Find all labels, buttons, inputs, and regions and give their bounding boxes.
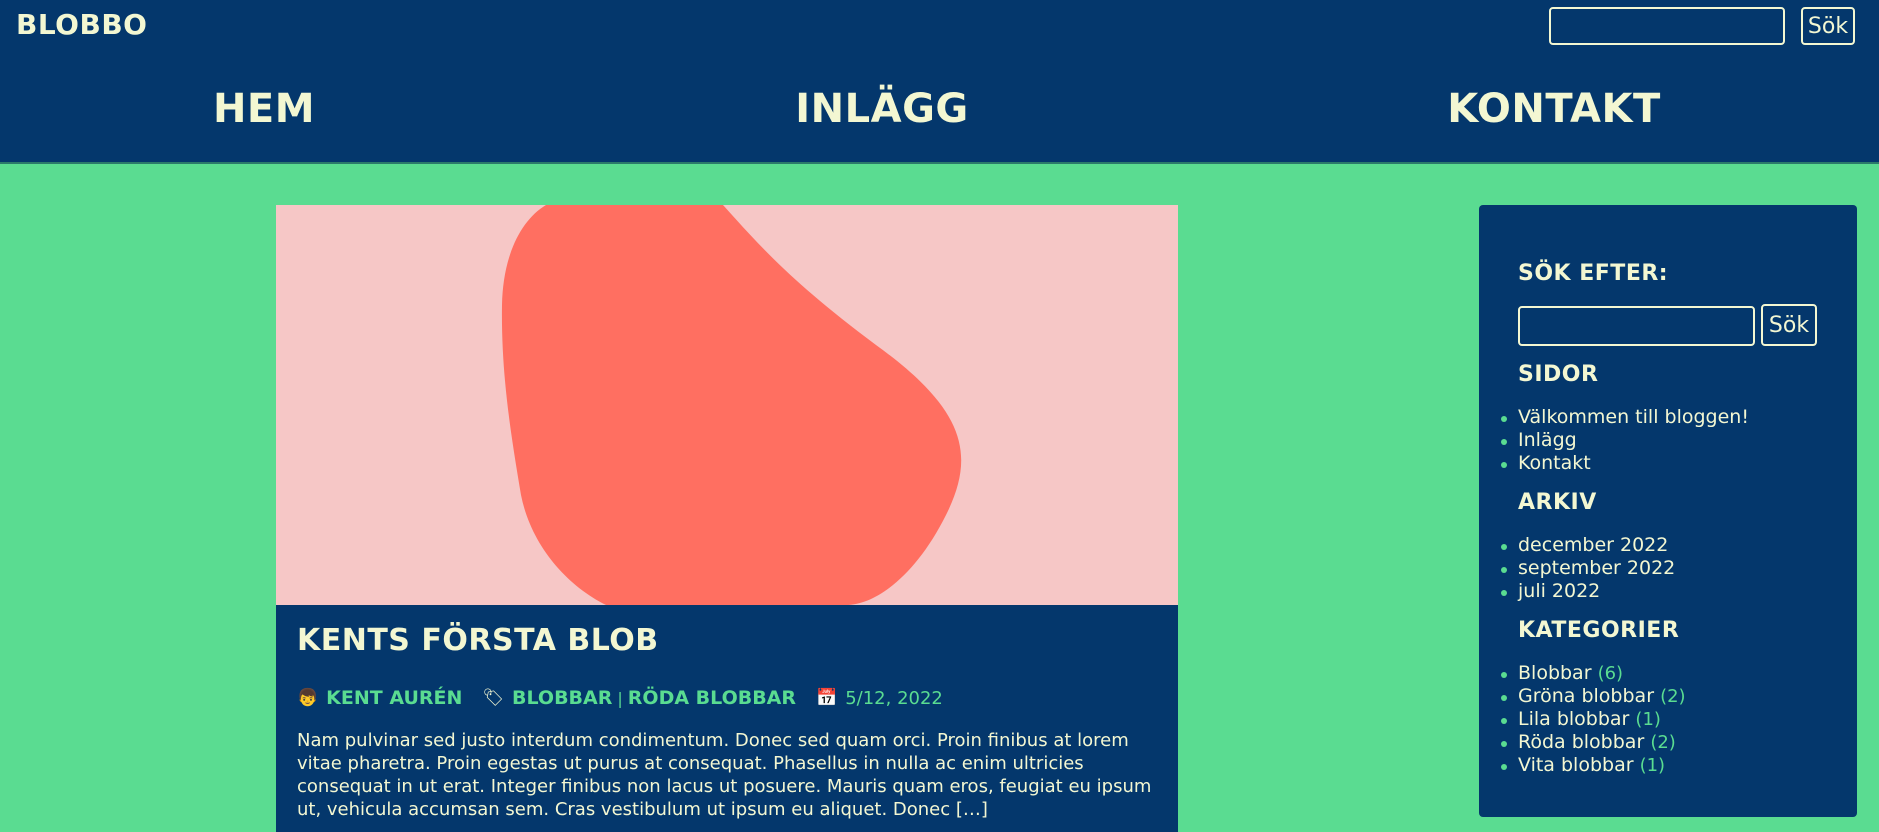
- list-item: Blobbar (6): [1501, 662, 1686, 685]
- sidebar-archive-heading: ARKIV: [1518, 490, 1597, 515]
- header-search-input[interactable]: [1549, 7, 1785, 45]
- sidebar-search-button[interactable]: Sök: [1761, 304, 1817, 346]
- sidebar-pages-list: Välkommen till bloggen! Inlägg Kontakt: [1501, 406, 1749, 475]
- post-category-link[interactable]: BLOBBAR: [512, 687, 612, 709]
- sidebar-category-link[interactable]: Röda blobbar: [1518, 731, 1644, 753]
- list-item: Lila blobbar (1): [1501, 708, 1686, 731]
- list-item: Kontakt: [1501, 452, 1749, 475]
- sidebar-categories-heading: KATEGORIER: [1518, 618, 1680, 643]
- post-date-group: 📅 5/12, 2022: [816, 688, 943, 709]
- post-author: 👦 KENT AURÉN: [297, 687, 462, 709]
- header-search-button[interactable]: Sök: [1801, 7, 1855, 45]
- nav-item-hem[interactable]: HEM: [213, 86, 315, 132]
- list-item: december 2022: [1500, 534, 1675, 557]
- list-item: Välkommen till bloggen!: [1501, 406, 1749, 429]
- post-author-link[interactable]: KENT AURÉN: [326, 687, 462, 709]
- list-item: september 2022: [1500, 557, 1675, 580]
- sidebar: SÖK EFTER: Sök SIDOR Välkommen till blog…: [1479, 205, 1857, 817]
- sidebar-archive-link[interactable]: december 2022: [1518, 534, 1668, 556]
- post-card: KENTS FÖRSTA BLOB 👦 KENT AURÉN 🏷 BLOBBAR…: [276, 205, 1178, 832]
- list-item: Röda blobbar (2): [1501, 731, 1686, 754]
- post-meta: 👦 KENT AURÉN 🏷 BLOBBAR | RÖDA BLOBBAR 📅 …: [297, 683, 963, 713]
- sidebar-page-link[interactable]: Inlägg: [1518, 429, 1577, 451]
- category-count: (2): [1660, 686, 1686, 707]
- category-count: (2): [1650, 732, 1676, 753]
- category-count: (1): [1635, 709, 1661, 730]
- sidebar-category-link[interactable]: Lila blobbar: [1518, 708, 1629, 730]
- sidebar-category-link[interactable]: Vita blobbar: [1518, 754, 1634, 776]
- list-item: Vita blobbar (1): [1501, 754, 1686, 777]
- category-count: (6): [1597, 663, 1624, 684]
- sidebar-archive-list: december 2022 september 2022 juli 2022: [1500, 534, 1675, 603]
- sidebar-page-link[interactable]: Kontakt: [1518, 452, 1591, 474]
- nav-item-inlagg[interactable]: INLÄGG: [795, 86, 968, 132]
- sidebar-search-input[interactable]: [1518, 306, 1755, 346]
- main-nav: HEM INLÄGG KONTAKT: [0, 86, 1879, 136]
- sidebar-category-link[interactable]: Blobbar: [1518, 662, 1592, 684]
- sidebar-page-link[interactable]: Välkommen till bloggen!: [1518, 406, 1749, 428]
- post-excerpt: Nam pulvinar sed justo interdum condimen…: [297, 730, 1152, 820]
- sidebar-archive-link[interactable]: juli 2022: [1518, 580, 1600, 602]
- list-item: Inlägg: [1501, 429, 1749, 452]
- sidebar-category-link[interactable]: Gröna blobbar: [1518, 685, 1654, 707]
- category-separator: |: [617, 688, 623, 708]
- label-tag-icon: 🏷: [482, 688, 505, 708]
- site-header: BLOBBO Sök HEM INLÄGG KONTAKT: [0, 0, 1879, 164]
- post-categories: 🏷 BLOBBAR | RÖDA BLOBBAR: [482, 687, 796, 709]
- site-logo[interactable]: BLOBBO: [16, 8, 147, 41]
- post-date: 5/12, 2022: [845, 687, 943, 709]
- post-featured-image[interactable]: [276, 205, 1178, 605]
- red-blob-image: [276, 205, 1178, 605]
- list-item: Gröna blobbar (2): [1501, 685, 1686, 708]
- sidebar-pages-heading: SIDOR: [1518, 362, 1599, 387]
- category-count: (1): [1639, 755, 1666, 776]
- post-category-link[interactable]: RÖDA BLOBBAR: [628, 687, 796, 709]
- sidebar-archive-link[interactable]: september 2022: [1518, 557, 1675, 579]
- nav-item-kontakt[interactable]: KONTAKT: [1447, 86, 1661, 132]
- sidebar-search-heading: SÖK EFTER:: [1518, 261, 1669, 286]
- person-emoji-icon: 👦: [297, 688, 319, 708]
- sidebar-categories-list: Blobbar (6) Gröna blobbar (2) Lila blobb…: [1501, 662, 1686, 777]
- list-item: juli 2022: [1500, 580, 1675, 603]
- calendar-icon: 📅: [816, 688, 838, 708]
- post-title[interactable]: KENTS FÖRSTA BLOB: [297, 623, 659, 658]
